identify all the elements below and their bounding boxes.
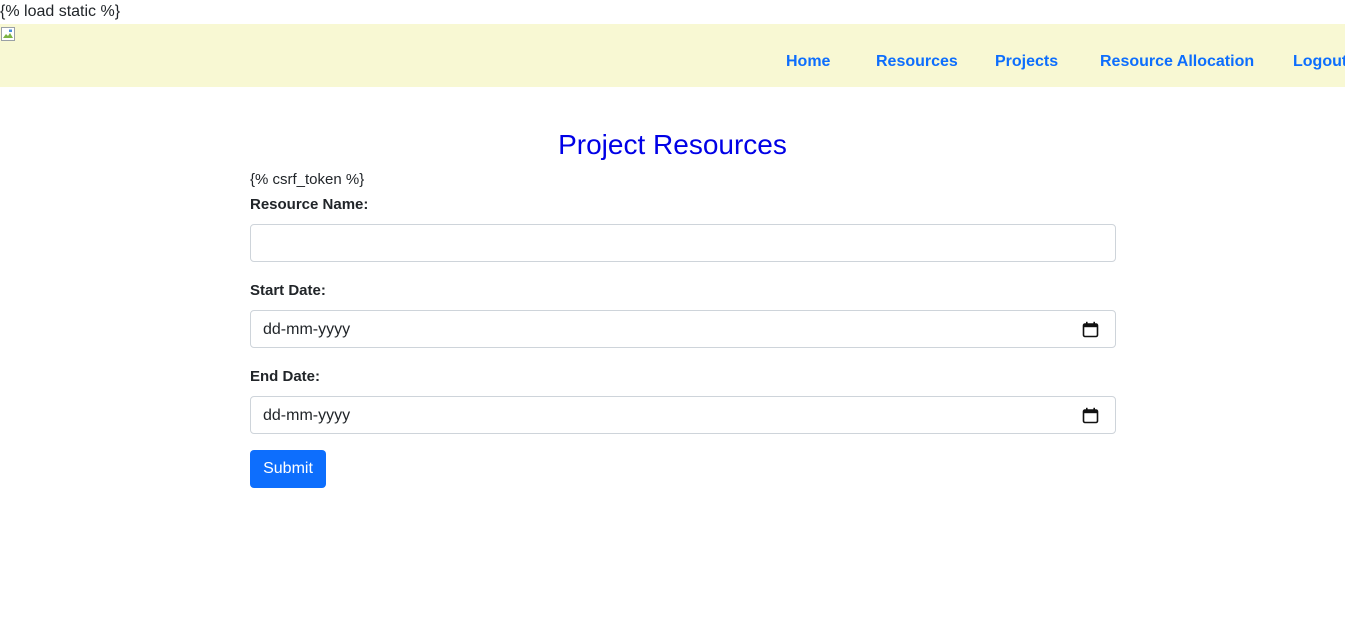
start-date-label: Start Date: (250, 282, 326, 299)
resource-name-label: Resource Name: (250, 196, 369, 213)
navbar: Home Resources Projects Resource Allocat… (0, 24, 1345, 87)
nav-logout[interactable]: Logout (1293, 52, 1345, 72)
nav-resources[interactable]: Resources (876, 52, 958, 72)
broken-image-icon (0, 26, 16, 42)
start-date-input[interactable]: dd-mm-yyyy (250, 310, 1116, 348)
resource-name-input[interactable] (250, 224, 1116, 262)
calendar-icon[interactable] (1082, 407, 1099, 424)
nav-home[interactable]: Home (786, 52, 830, 72)
start-date-placeholder: dd-mm-yyyy (263, 321, 351, 338)
submit-button[interactable]: Submit (250, 450, 326, 488)
end-date-label: End Date: (250, 368, 321, 385)
nav-resource-allocation[interactable]: Resource Allocation (1100, 52, 1254, 72)
csrf-token-tag: {% csrf_token %} (250, 171, 365, 188)
load-static-tag: {% load static %} (0, 3, 121, 20)
page-title: Project Resources (558, 129, 787, 160)
end-date-input[interactable]: dd-mm-yyyy (250, 396, 1116, 434)
end-date-placeholder: dd-mm-yyyy (263, 407, 351, 424)
nav-projects[interactable]: Projects (995, 52, 1058, 72)
calendar-icon[interactable] (1082, 321, 1099, 338)
